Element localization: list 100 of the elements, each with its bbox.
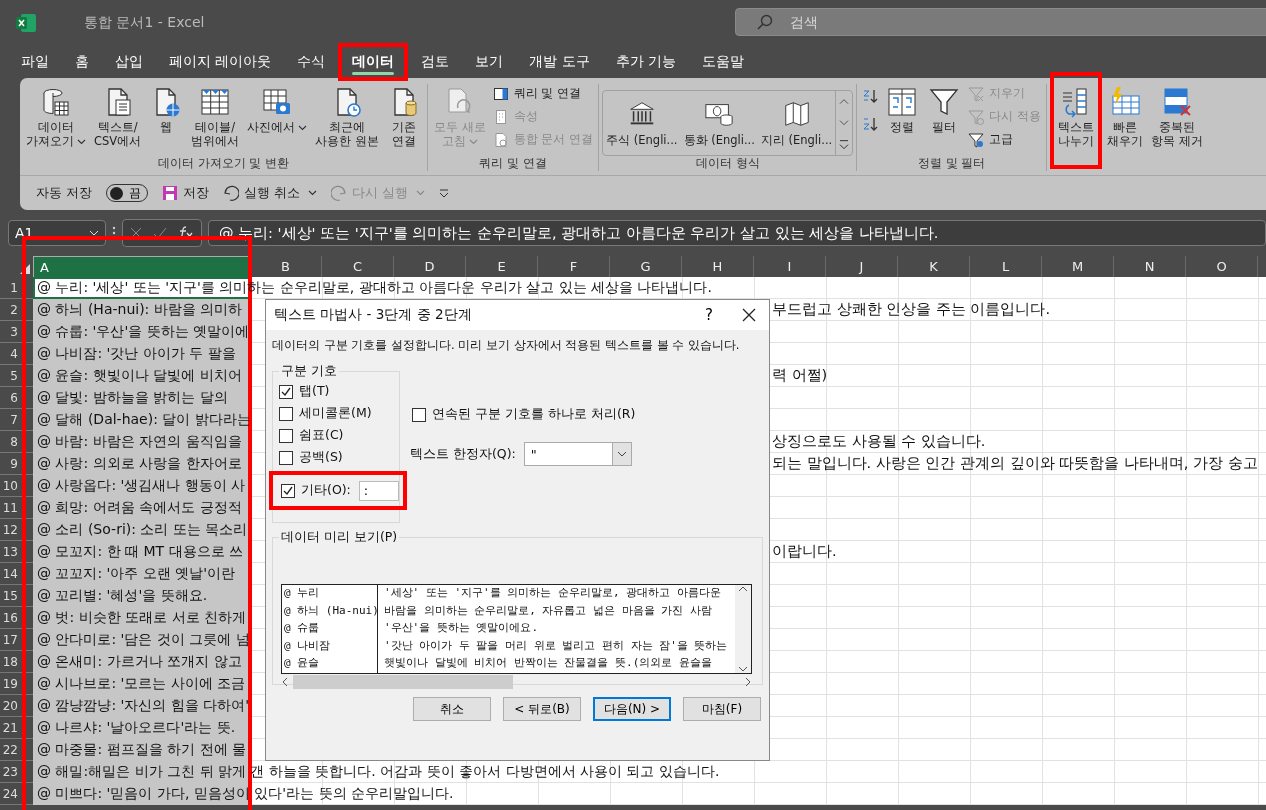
cell-text: 이랍니다.: [771, 542, 837, 561]
scroll-up-icon[interactable]: [738, 585, 748, 593]
gallery-item[interactable]: 지리 (Engli...: [757, 91, 836, 155]
preview-cell-text: 바람을 의미하는 순우리말로, 자유롭고 넓은 마음을 가진 사람: [383, 602, 713, 619]
ribbon-button[interactable]: 텍스트/ CSV에서: [91, 84, 145, 151]
column-header[interactable]: A: [33, 256, 250, 278]
customize-icon[interactable]: [439, 188, 450, 198]
ribbon-tab[interactable]: 수식: [284, 45, 339, 78]
close-icon: [742, 308, 756, 322]
ribbon-tab[interactable]: 추가 기능: [602, 45, 690, 78]
cell-text[interactable]: @ 희망: 어려움 속에서도 긍정적: [33, 497, 242, 518]
cell-text[interactable]: @ 사랑: 의외로 사랑을 한자어로: [33, 453, 242, 474]
dialog-button[interactable]: 취소: [413, 697, 491, 721]
ribbon-button[interactable]: 기존 연결: [383, 84, 424, 151]
ribbon-tab[interactable]: 검토: [408, 45, 463, 78]
ribbon-tab[interactable]: 홈: [62, 45, 102, 78]
ribbon-tab[interactable]: 파일: [8, 45, 62, 78]
ribbon-button[interactable]: 테이블/ 범위에서: [188, 84, 243, 151]
cell-text[interactable]: @ 마중물: 펌프질을 하기 전에 물: [33, 739, 246, 760]
vertical-scrollbar[interactable]: [735, 585, 751, 673]
ribbon-button[interactable]: 정렬: [882, 84, 923, 137]
cell-text: 되는 말입니다. 사랑은 인간 관계의 깊이와 따뜻함을 나타내며, 가장 숭고: [771, 454, 1258, 473]
gallery-item[interactable]: 통화 (Engli...: [680, 91, 758, 155]
checkbox[interactable]: 기타(O):: [281, 482, 351, 499]
database-icon: [40, 86, 72, 118]
checkbox[interactable]: 공백(S): [279, 449, 393, 466]
autosave-label: 자동 저장: [36, 184, 93, 202]
group-label: 구분 기호: [279, 363, 339, 380]
cell-text[interactable]: @ 미쁘다: '믿음이 가다, 믿음성이 있다'라는 뜻의 순우리말입니다.: [33, 783, 454, 804]
cell-text[interactable]: @ 바람: 바람은 자연의 움직임을: [33, 431, 242, 452]
link-document-icon: [492, 131, 509, 148]
horizontal-scrollbar[interactable]: [281, 674, 752, 690]
qualifier-label: 텍스트 한정자(Q):: [410, 445, 516, 463]
instruction-text: 데이터의 구분 기호를 설정합니다. 미리 보기 상자에서 적용된 텍스트를 볼 수 있습니다.: [271, 337, 741, 354]
undo-button[interactable]: 실행 취소: [223, 184, 318, 202]
ribbon-button[interactable]: 데이터 가져오기: [23, 84, 89, 151]
preview-cell: @ 나비잠: [282, 637, 378, 656]
scroll-left-icon[interactable]: [281, 677, 289, 687]
help-button[interactable]: ?: [689, 300, 729, 330]
other-delimiter-field[interactable]: :: [358, 480, 399, 501]
table-icon: [199, 86, 232, 118]
cell-text[interactable]: @ 모꼬지: 한 때 MT 대용으로 쓰: [33, 541, 244, 562]
cell-text[interactable]: @ 달빛: 밤하늘을 밝히는 달의: [33, 387, 228, 408]
preview-cell-text: '갓난 아이가 두 팔을 머리 위로 벌리고 편히 자는 잠'을 뜻하는: [383, 637, 729, 654]
scroll-down-icon[interactable]: [738, 665, 748, 673]
ribbon-button[interactable]: 텍스트 나누기: [1050, 72, 1103, 169]
ribbon-tab[interactable]: 보기: [462, 45, 517, 78]
ribbon-button[interactable]: 빠른 채우기: [1104, 84, 1147, 151]
scroll-right-icon[interactable]: [744, 677, 752, 687]
dialog-button[interactable]: 다음(N) >: [593, 697, 671, 721]
cell-text[interactable]: @ 깜냥깜냥: '자신의 힘을 다하여': [33, 695, 250, 716]
search-field[interactable]: 검색: [735, 8, 1266, 36]
cell-text[interactable]: @ 나르샤: '날아오르다'라는 뜻.: [33, 717, 236, 738]
preview-cell: @ 슈룹: [282, 620, 378, 638]
cell-text: 력 어쩔): [771, 366, 828, 385]
cell-text[interactable]: @ 온새미: 가르거나 쪼개지 않고: [33, 651, 242, 672]
ribbon-tab[interactable]: 데이터: [338, 42, 409, 81]
select-all-icon[interactable]: [20, 264, 30, 274]
cell-text[interactable]: @ 안다미로: '담은 것이 그릇에 넘: [33, 629, 250, 650]
checkbox[interactable]: 연속된 구분 기호를 하나로 처리(R): [412, 406, 636, 423]
ribbon-tab[interactable]: 개발 도구: [516, 45, 603, 78]
ribbon-button[interactable]: 고급: [966, 130, 1044, 149]
sort-ascending-icon: [862, 88, 879, 104]
dialog-button[interactable]: 마침(F): [683, 697, 761, 721]
cell-text[interactable]: @ 꼬리별: '혜성'을 뜻해요.: [33, 585, 208, 606]
preview-cell-text: '세상' 또는 '지구'를 의미하는 순우리말로, 광대하고 아름다운: [383, 585, 722, 601]
ribbon-tab[interactable]: 도움말: [689, 45, 758, 78]
sort-descending-icon: [862, 116, 879, 132]
query-panel-icon: [492, 85, 509, 102]
search-icon: [757, 14, 773, 30]
checkbox[interactable]: 세미콜론(M): [279, 405, 393, 422]
cell-text[interactable]: @ 하늬 (Ha-nui): 바람을 의미하: [33, 299, 243, 320]
ribbon-button[interactable]: 사진에서: [244, 84, 311, 137]
ribbon-tab[interactable]: 페이지 레이아웃: [156, 45, 285, 78]
cell-text[interactable]: @ 슈룹: '우산'을 뜻하는 옛말이에: [33, 321, 250, 342]
cell-text[interactable]: @ 소리 (So-ri): 소리 또는 목소리: [33, 519, 248, 540]
cell-text[interactable]: @ 나비잠: '갓난 아이가 두 팔을: [33, 343, 236, 364]
ribbon-button[interactable]: 최근에 사용한 원본: [312, 84, 382, 151]
ribbon-button[interactable]: 쿼리 및 연결: [490, 84, 596, 103]
dialog-title: 텍스트 마법사 - 3단계 중 2단계: [274, 306, 472, 324]
checkbox[interactable]: 탭(T): [279, 383, 393, 400]
checkmark-icon: [281, 386, 291, 397]
group-label: 데이터 미리 보기(P): [279, 529, 400, 546]
cell-text[interactable]: @ 윤슬: 햇빛이나 달빛에 비치어: [33, 365, 242, 386]
checkbox[interactable]: 쉼표(C): [279, 427, 393, 444]
qualifier-dropdown[interactable]: ": [523, 442, 632, 466]
ribbon-button[interactable]: 중복된 항목 제거: [1148, 84, 1206, 151]
ribbon-button[interactable]: 필터: [924, 84, 965, 137]
preview-cell-text: 햇빛이나 달빛에 비치어 반짝이는 잔물결을 뜻.(의외로 윤슬을: [383, 655, 713, 672]
gallery-item[interactable]: 주식 (Engli...: [603, 91, 681, 155]
cell-text[interactable]: @ 시나브로: '모르는 사이에 조금: [33, 673, 246, 694]
cell-text[interactable]: @ 사랑옵다: '생김새나 행동이 사: [33, 475, 246, 496]
window-title: 통합 문서1 - Excel: [84, 13, 205, 32]
save-button[interactable]: 저장: [162, 184, 210, 202]
cell-text[interactable]: @ 꼬꼬지: '아주 오랜 옛날'이란: [33, 563, 236, 584]
ribbon-button[interactable]: 웹: [146, 84, 187, 137]
cell-text[interactable]: @ 벗: 비슷한 또래로 서로 친하게: [33, 607, 246, 628]
ribbon-tab[interactable]: 삽입: [102, 45, 156, 78]
dialog-button[interactable]: < 뒤로(B): [503, 697, 581, 721]
preview-cell: @ 하늬 (Ha-nui): [282, 602, 378, 621]
